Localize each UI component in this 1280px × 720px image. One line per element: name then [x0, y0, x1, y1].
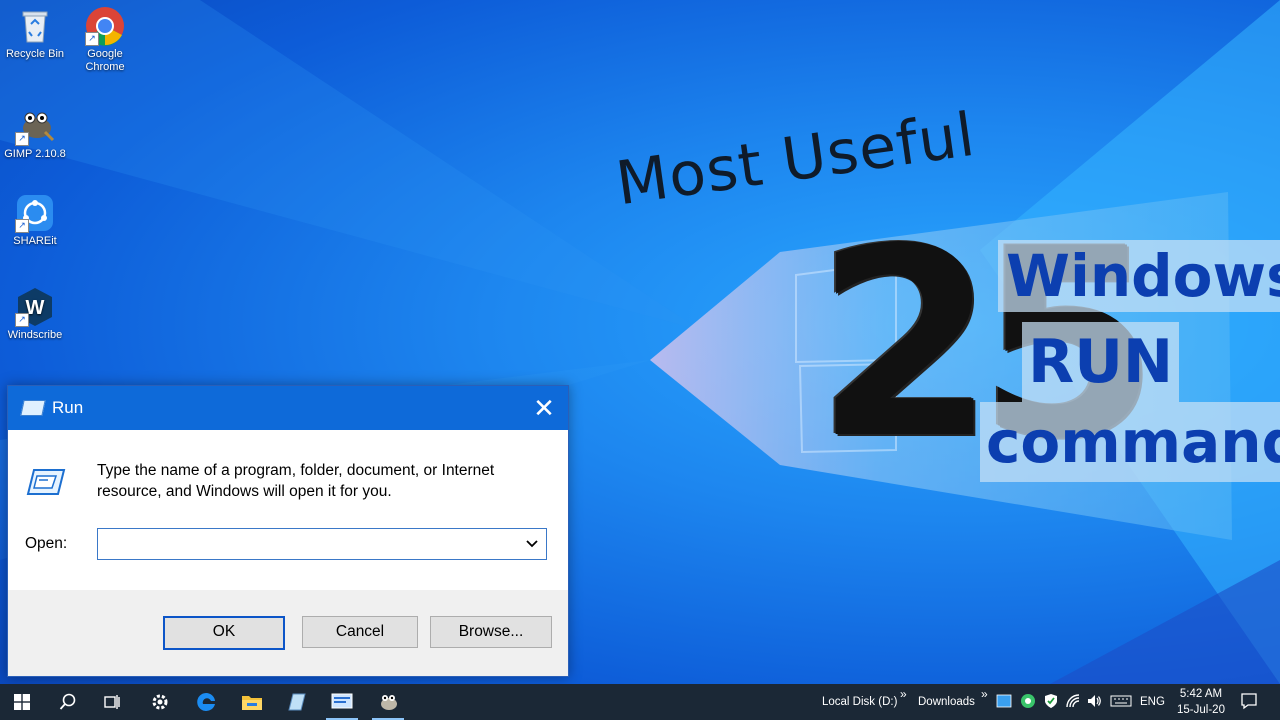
system-clock[interactable]: 5:42 AM 15-Jul-20: [1168, 686, 1234, 718]
dialog-title: Run: [52, 398, 84, 417]
start-button[interactable]: [0, 684, 44, 720]
run-description: Type the name of a program, folder, docu…: [97, 462, 495, 500]
shortcut-arrow-icon: ↗: [85, 32, 99, 46]
wifi-icon[interactable]: [1065, 693, 1081, 709]
file-explorer-icon: [242, 696, 262, 710]
edge-icon: [197, 692, 215, 711]
windscribe-tray-icon[interactable]: [1020, 693, 1036, 709]
chevron-down-icon[interactable]: [524, 535, 540, 551]
windscribe-icon: W ↗: [15, 287, 55, 327]
shareit-icon: ↗: [15, 193, 55, 233]
gimp-icon: [381, 695, 397, 710]
clock-time: 5:42 AM: [1179, 688, 1223, 700]
cancel-button[interactable]: Cancel: [302, 616, 418, 648]
open-label: Open:: [25, 535, 68, 552]
volume-icon[interactable]: [1086, 693, 1102, 709]
action-center-icon[interactable]: [1240, 692, 1258, 710]
run-dialog: Run ✕ Type the name of a program, folder…: [7, 385, 569, 677]
network-drive-icon[interactable]: [996, 693, 1012, 709]
run-program-icon: [26, 469, 66, 495]
search-button[interactable]: [46, 684, 90, 720]
shortcut-arrow-icon: ↗: [15, 313, 29, 327]
chrome-icon: ↗: [85, 6, 125, 46]
gimp-shortcut[interactable]: ↗ GIMP 2.10.8: [0, 106, 70, 161]
settings-gear-icon: [152, 694, 168, 710]
toolbar-chevron[interactable]: »: [900, 676, 907, 712]
gimp-icon: ↗: [15, 106, 55, 146]
windows-start-icon: [14, 694, 30, 710]
open-input[interactable]: [104, 529, 518, 559]
run-body: Type the name of a program, folder, docu…: [8, 430, 568, 590]
close-button[interactable]: ✕: [526, 390, 562, 426]
run-app-icon: [20, 400, 46, 416]
keyboard-icon[interactable]: [1110, 693, 1132, 709]
gimp-taskbar-button[interactable]: [366, 684, 410, 720]
recycle-bin-icon: [15, 6, 55, 46]
file-explorer-taskbar-button[interactable]: [230, 684, 274, 720]
notepad-icon: [288, 693, 306, 711]
task-view-icon: [104, 695, 120, 709]
toolbar-chevron[interactable]: »: [981, 676, 988, 712]
desktop-icon-label: Windscribe: [7, 329, 63, 341]
desktop-icon-label: Recycle Bin: [5, 48, 65, 60]
clock-date: 15-Jul-20: [1177, 704, 1225, 716]
browse-button[interactable]: Browse...: [430, 616, 552, 648]
desktop-icon-label: SHAREit: [13, 235, 57, 247]
toolbar-local-disk[interactable]: Local Disk (D:): [822, 684, 897, 720]
input-language[interactable]: ENG: [1140, 684, 1165, 720]
run-button-bar: OK Cancel Browse...: [8, 590, 568, 676]
label-run: RUN: [1022, 322, 1180, 402]
label-windows: Windows: [998, 240, 1280, 312]
ok-button[interactable]: OK: [163, 616, 285, 650]
edge-taskbar-button[interactable]: [184, 684, 228, 720]
shareit-shortcut[interactable]: ↗ SHAREit: [0, 193, 70, 248]
run-taskbar-button[interactable]: [320, 684, 364, 720]
recycle-bin-shortcut[interactable]: Recycle Bin: [0, 6, 70, 61]
taskbar: Local Disk (D:) » Downloads » ENG 5:42 A…: [0, 684, 1280, 720]
shortcut-arrow-icon: ↗: [15, 219, 29, 233]
task-view-button[interactable]: [90, 684, 134, 720]
open-combobox[interactable]: [97, 528, 547, 560]
toolbar-downloads[interactable]: Downloads: [918, 684, 975, 720]
desktop-icon-label: Google Chrome: [85, 48, 125, 73]
windscribe-shortcut[interactable]: W ↗ Windscribe: [0, 287, 70, 342]
desktop-icon-label: GIMP 2.10.8: [4, 148, 66, 160]
notepad-taskbar-button[interactable]: [275, 684, 319, 720]
shortcut-arrow-icon: ↗: [15, 132, 29, 146]
security-shield-icon[interactable]: [1043, 693, 1059, 709]
search-icon: [59, 693, 76, 710]
label-commands: commands: [980, 402, 1280, 482]
run-app-icon: [331, 693, 353, 709]
run-titlebar[interactable]: Run ✕: [8, 386, 568, 430]
google-chrome-shortcut[interactable]: ↗ Google Chrome: [70, 6, 140, 74]
settings-taskbar-button[interactable]: [138, 684, 182, 720]
